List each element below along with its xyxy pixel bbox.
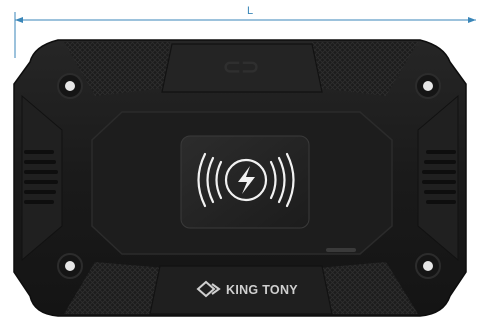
embossed-logo: ⊂⊃ bbox=[223, 54, 260, 79]
mounting-hole-bottom-left bbox=[57, 253, 83, 279]
mounting-hole-top-right bbox=[415, 73, 441, 99]
mounting-hole-bottom-right bbox=[415, 253, 441, 279]
status-led bbox=[326, 248, 356, 252]
dimension-label: L bbox=[246, 5, 254, 17]
product-photo: ⊂⊃ bbox=[13, 12, 476, 317]
device-body: ⊂⊃ bbox=[13, 39, 467, 317]
mounting-hole-top-left bbox=[57, 73, 83, 99]
brand-name: KING TONY bbox=[226, 283, 298, 297]
